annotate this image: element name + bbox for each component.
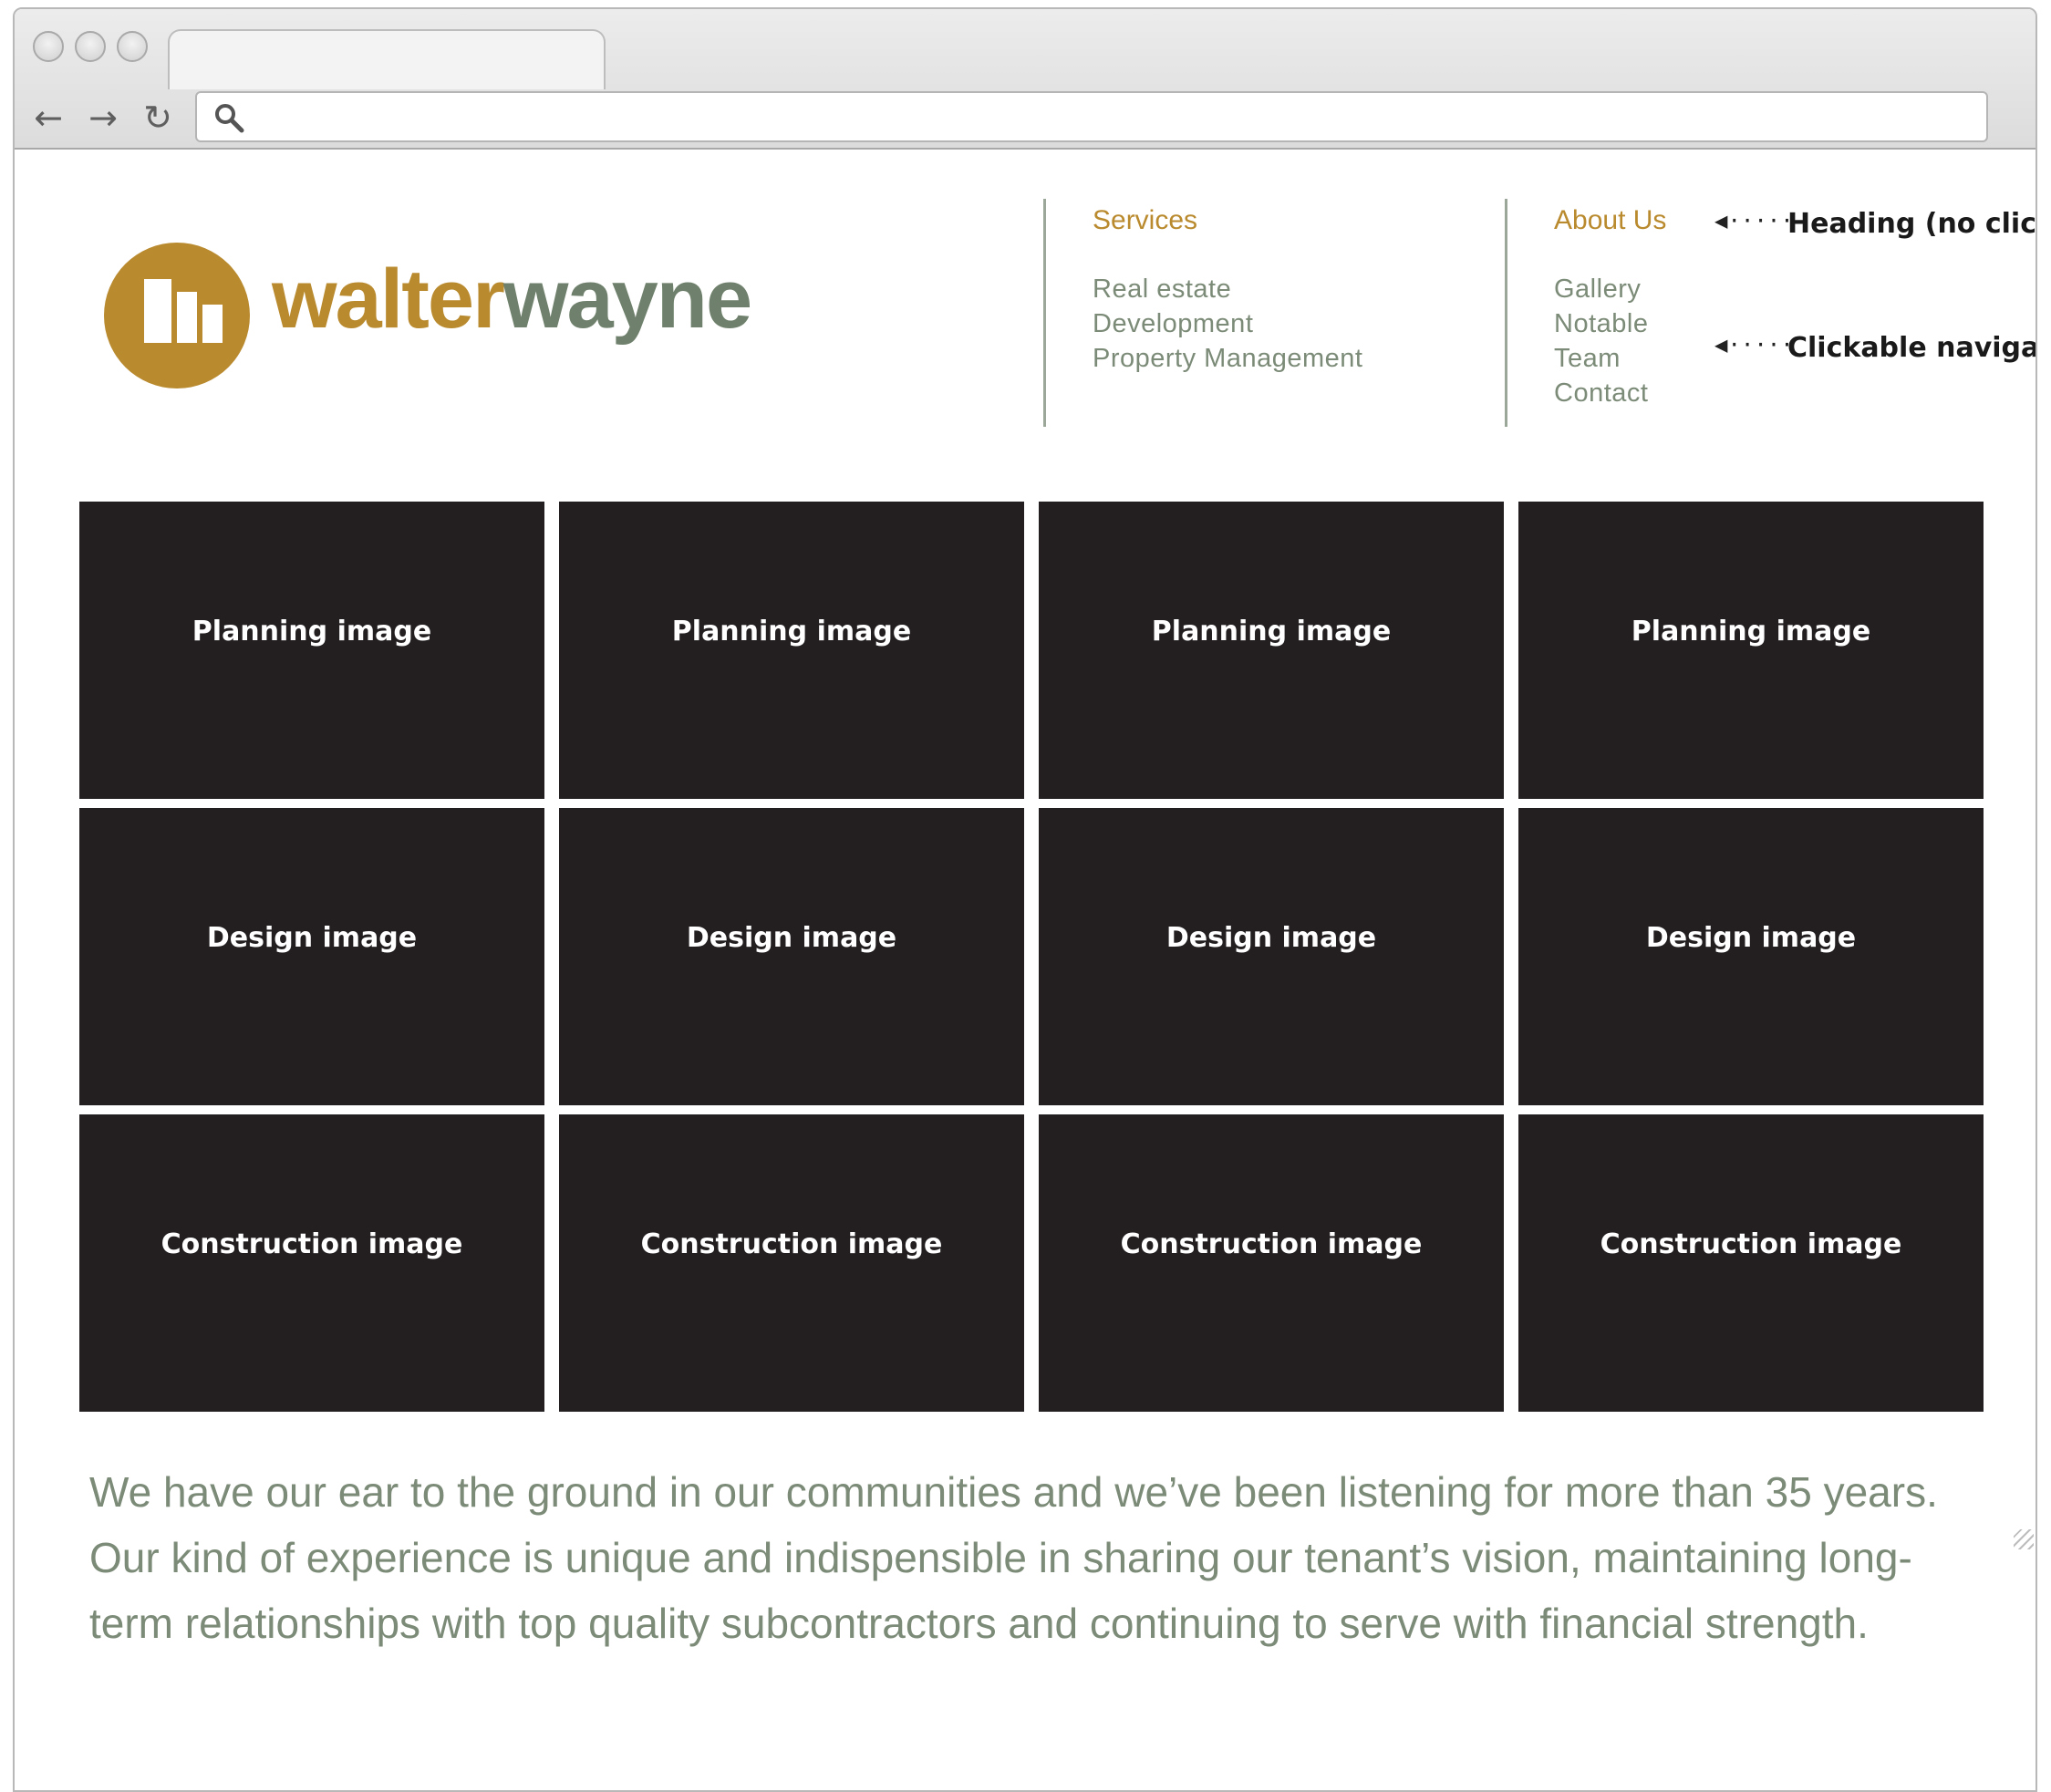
tile-label: Planning image [192,616,432,647]
gallery-tile[interactable]: Planning image [1039,502,1504,799]
gallery-tile[interactable]: Planning image [559,502,1024,799]
tile-label: Construction image [161,1228,463,1260]
gallery-tile[interactable]: Design image [79,808,544,1105]
annotation-arrow-icon: ◀····· [1714,332,1794,357]
tile-label: Planning image [671,616,912,647]
tile-label: Construction image [1600,1228,1902,1260]
tile-label: Design image [206,922,418,954]
tile-label: Design image [686,922,897,954]
web-page: walterwayne Services Real estate Develop… [15,151,2036,1790]
brand-part-1: walter [272,253,505,346]
nav-gallery[interactable]: Gallery [1554,272,1666,306]
logo-icon[interactable] [104,243,250,388]
gallery-tile[interactable]: Construction image [1039,1114,1504,1412]
reload-icon[interactable]: ↻ [137,97,179,139]
minimize-window-button[interactable] [75,31,106,62]
nav-contact[interactable]: Contact [1554,376,1666,410]
tile-label: Planning image [1631,616,1871,647]
close-window-button[interactable] [33,31,64,62]
gallery-tile[interactable]: Construction image [79,1114,544,1412]
services-menu: Services Real estate Development Propert… [1093,204,1362,376]
about-heading: About Us [1554,205,1667,235]
gallery-tile[interactable]: Planning image [79,502,544,799]
tile-label: Design image [1165,922,1377,954]
menu-divider [1043,199,1046,427]
nav-real-estate[interactable]: Real estate [1093,272,1362,306]
navigation-annotation: Clickable navigation [1787,332,2035,364]
gallery-tile[interactable]: Construction image [559,1114,1024,1412]
tile-label: Construction image [1120,1228,1423,1260]
about-paragraph: We have our ear to the ground in our com… [89,1468,1938,1647]
brand-part-2: wayne [502,253,752,346]
about-menu: About Us Gallery Notable Team Contact [1554,204,1666,410]
address-bar[interactable] [195,91,1988,142]
menu-divider [1505,199,1507,427]
heading-annotation: Heading (no click) [1787,208,2036,240]
nav-team[interactable]: Team [1554,341,1666,376]
browser-tab[interactable] [168,29,606,89]
gallery-tile[interactable]: Design image [1039,808,1504,1105]
browser-window: ← → ↻ walterwayne Services Real estate D… [13,7,2037,1792]
gallery-tile[interactable]: Planning image [1518,502,1984,799]
services-heading: Services [1093,205,1198,235]
nav-notable[interactable]: Notable [1554,306,1666,341]
back-arrow-icon[interactable]: ← [27,97,69,139]
gallery-tile[interactable]: Construction image [1518,1114,1984,1412]
maximize-window-button[interactable] [117,31,148,62]
tile-label: Construction image [640,1228,943,1260]
browser-chrome: ← → ↻ [15,9,2035,150]
annotation-arrow-icon: ◀····· [1714,208,1794,233]
brand-wordmark[interactable]: walterwayne [272,257,752,341]
nav-property-management[interactable]: Property Management [1093,341,1362,376]
gallery-tile[interactable]: Design image [1518,808,1984,1105]
nav-development[interactable]: Development [1093,306,1362,341]
tile-label: Planning image [1151,616,1392,647]
tile-label: Design image [1645,922,1857,954]
gallery-tile[interactable]: Design image [559,808,1024,1105]
search-icon [215,104,244,133]
resize-handle[interactable] [2014,1529,2034,1549]
forward-arrow-icon[interactable]: → [82,97,124,139]
